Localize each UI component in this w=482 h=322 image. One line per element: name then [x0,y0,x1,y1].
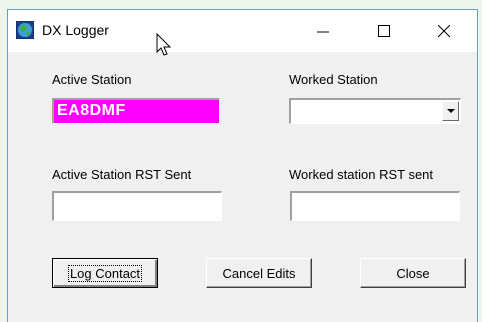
worked-rst-field[interactable] [290,191,460,221]
dropdown-arrow-icon[interactable] [442,101,459,121]
active-rst-field[interactable] [52,191,222,221]
minimize-button[interactable] [300,10,346,52]
close-icon [438,25,450,37]
cancel-edits-button[interactable]: Cancel Edits [206,258,312,288]
log-contact-label: Log Contact [67,264,143,282]
title-bar[interactable]: DX Logger [8,10,477,52]
log-contact-button[interactable]: Log Contact [52,258,158,288]
worked-station-combobox[interactable] [289,98,461,124]
close-button[interactable]: Close [360,258,466,288]
desktop-background: DX Logger Active Station EA8DMF Worked S… [0,0,482,322]
maximize-icon [378,25,390,37]
mouse-cursor-icon [156,33,172,56]
worked-station-label: Worked Station [289,72,378,87]
worked-rst-label: Worked station RST sent [289,167,434,182]
minimize-icon [317,31,329,33]
active-station-label: Active Station [52,72,132,87]
window-title: DX Logger [42,22,109,38]
maximize-button[interactable] [361,10,407,52]
close-window-button[interactable] [421,10,467,52]
active-station-field[interactable]: EA8DMF [52,98,220,124]
active-rst-label: Active Station RST Sent [52,167,192,182]
globe-app-icon [16,21,34,39]
